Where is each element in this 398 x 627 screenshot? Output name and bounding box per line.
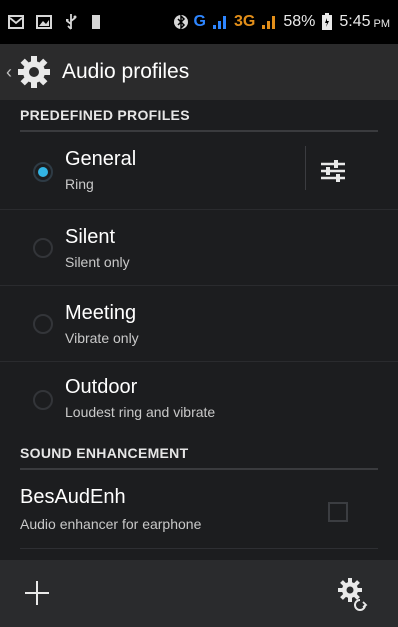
network-type-3g: 3G: [233, 13, 256, 30]
clock: 5:45: [339, 13, 371, 30]
settings-reset-icon[interactable]: [334, 574, 374, 614]
sliders-icon[interactable]: [318, 156, 348, 186]
radio-general[interactable]: [33, 162, 53, 182]
radio-outdoor[interactable]: [33, 390, 53, 410]
signal-icon-2: [261, 14, 277, 30]
list-end-divider: [20, 548, 378, 549]
status-bar: G 3G 58% 5:45 PM: [0, 0, 398, 44]
bluetooth-icon: [173, 13, 188, 31]
section-header-predefined-profiles: PREDEFINED PROFILES: [20, 100, 378, 132]
profile-row-general[interactable]: General Ring: [0, 134, 398, 210]
enhancement-subtitle: Audio enhancer for earphone: [20, 516, 202, 532]
battery-percent: 58%: [283, 13, 316, 30]
row-divider-vertical: [305, 146, 306, 190]
radio-silent[interactable]: [33, 238, 53, 258]
profile-subtitle-general: Ring: [65, 176, 94, 192]
profile-row-meeting[interactable]: Meeting Vibrate only: [0, 286, 398, 362]
profile-name-outdoor: Outdoor: [65, 376, 138, 398]
sd-card-icon: [90, 14, 102, 30]
profile-subtitle-meeting: Vibrate only: [65, 330, 139, 346]
page-title: Audio profiles: [62, 60, 190, 83]
mail-notification-icon: [8, 14, 24, 30]
settings-list: PREDEFINED PROFILES General Ring Silent …: [0, 100, 398, 560]
battery-icon: [321, 13, 333, 31]
radio-meeting[interactable]: [33, 314, 53, 334]
profile-name-silent: Silent: [65, 226, 116, 248]
usb-icon: [64, 13, 78, 31]
profile-row-silent[interactable]: Silent Silent only: [0, 210, 398, 286]
enhancement-name: BesAudEnh: [20, 486, 126, 508]
add-icon[interactable]: [22, 578, 52, 608]
up-caret-icon[interactable]: ‹: [0, 62, 14, 83]
action-bar[interactable]: ‹ Audio profiles: [0, 44, 398, 100]
profile-subtitle-outdoor: Loudest ring and vibrate: [65, 404, 216, 420]
image-notification-icon: [36, 14, 52, 30]
enhancement-checkbox[interactable]: [328, 502, 348, 522]
section-header-sound-enhancement: SOUND ENHANCEMENT: [20, 438, 378, 470]
enhancement-row[interactable]: BesAudEnh Audio enhancer for earphone: [0, 472, 398, 550]
profile-name-general: General: [65, 148, 137, 170]
bottom-action-bar: [0, 560, 398, 627]
network-type-g: G: [193, 13, 206, 30]
profile-name-meeting: Meeting: [65, 302, 137, 324]
profile-row-outdoor[interactable]: Outdoor Loudest ring and vibrate: [0, 362, 398, 438]
clock-suffix: PM: [373, 18, 391, 30]
signal-icon-1: [212, 14, 228, 30]
profile-subtitle-silent: Silent only: [65, 254, 130, 270]
audio-settings-gear-icon[interactable]: [16, 54, 52, 90]
